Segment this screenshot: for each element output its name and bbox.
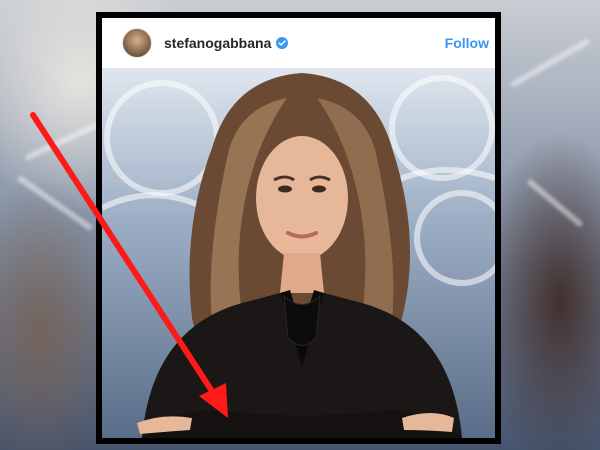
profile-avatar[interactable] — [122, 28, 152, 58]
bg-pattern-line — [526, 178, 584, 228]
portrait-image — [102, 73, 495, 438]
bg-pattern-line — [16, 174, 94, 232]
face — [256, 136, 348, 260]
post-photo[interactable] — [102, 68, 495, 438]
username-link[interactable]: stefanogabbana — [164, 35, 271, 51]
right-hand — [402, 413, 454, 432]
instagram-post-card: stefanogabbana Follow — [96, 12, 501, 444]
bg-pattern-line — [509, 37, 591, 89]
follow-button[interactable]: Follow — [445, 35, 489, 51]
post-header: stefanogabbana Follow — [102, 18, 495, 68]
verified-badge-icon — [276, 37, 289, 49]
